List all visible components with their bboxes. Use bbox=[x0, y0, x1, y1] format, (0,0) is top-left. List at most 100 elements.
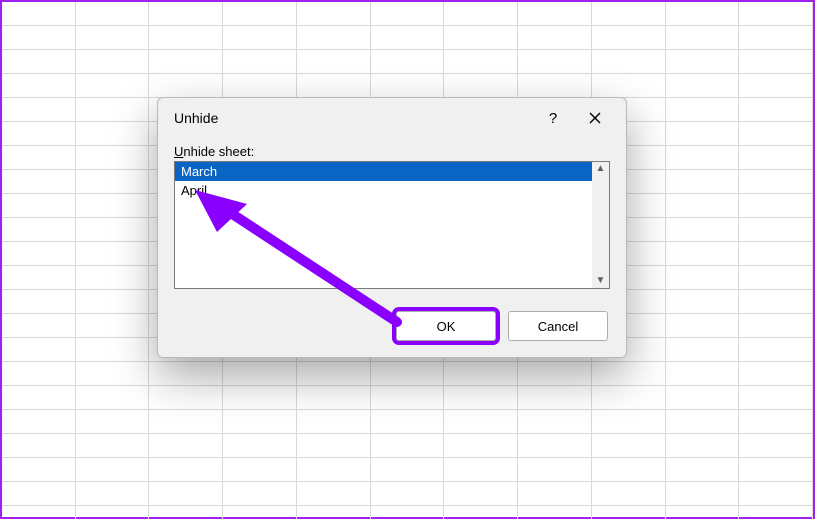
cell[interactable] bbox=[2, 74, 76, 98]
cell[interactable] bbox=[666, 338, 740, 362]
cell[interactable] bbox=[76, 218, 150, 242]
cell[interactable] bbox=[666, 194, 740, 218]
cell[interactable] bbox=[666, 242, 740, 266]
cell[interactable] bbox=[149, 434, 223, 458]
cell[interactable] bbox=[223, 74, 297, 98]
cell[interactable] bbox=[666, 506, 740, 519]
cell[interactable] bbox=[739, 386, 813, 410]
cell[interactable] bbox=[223, 434, 297, 458]
cell[interactable] bbox=[149, 362, 223, 386]
scrollbar[interactable]: ▲ ▼ bbox=[592, 162, 609, 288]
cell[interactable] bbox=[518, 2, 592, 26]
cell[interactable] bbox=[371, 434, 445, 458]
cell[interactable] bbox=[739, 2, 813, 26]
cell[interactable] bbox=[518, 50, 592, 74]
cell[interactable] bbox=[739, 482, 813, 506]
cell[interactable] bbox=[666, 314, 740, 338]
cell[interactable] bbox=[76, 386, 150, 410]
cell[interactable] bbox=[666, 218, 740, 242]
cell[interactable] bbox=[371, 458, 445, 482]
cell[interactable] bbox=[76, 434, 150, 458]
list-item[interactable]: April bbox=[175, 181, 592, 200]
cell[interactable] bbox=[739, 146, 813, 170]
cancel-button[interactable]: Cancel bbox=[508, 311, 608, 341]
cell[interactable] bbox=[739, 314, 813, 338]
cell[interactable] bbox=[739, 194, 813, 218]
cell[interactable] bbox=[739, 338, 813, 362]
cell[interactable] bbox=[149, 458, 223, 482]
cell[interactable] bbox=[223, 482, 297, 506]
cell[interactable] bbox=[739, 26, 813, 50]
cell[interactable] bbox=[666, 458, 740, 482]
cell[interactable] bbox=[297, 506, 371, 519]
cell[interactable] bbox=[666, 146, 740, 170]
cell[interactable] bbox=[739, 506, 813, 519]
cell[interactable] bbox=[149, 74, 223, 98]
cell[interactable] bbox=[371, 50, 445, 74]
cell[interactable] bbox=[666, 170, 740, 194]
cell[interactable] bbox=[444, 26, 518, 50]
cell[interactable] bbox=[149, 50, 223, 74]
cell[interactable] bbox=[297, 74, 371, 98]
cell[interactable] bbox=[666, 98, 740, 122]
cell[interactable] bbox=[297, 362, 371, 386]
cell[interactable] bbox=[666, 122, 740, 146]
cell[interactable] bbox=[76, 146, 150, 170]
cell[interactable] bbox=[666, 26, 740, 50]
cell[interactable] bbox=[666, 50, 740, 74]
cell[interactable] bbox=[592, 26, 666, 50]
cell[interactable] bbox=[76, 290, 150, 314]
cell[interactable] bbox=[518, 458, 592, 482]
cell[interactable] bbox=[76, 50, 150, 74]
cell[interactable] bbox=[2, 410, 76, 434]
cell[interactable] bbox=[2, 458, 76, 482]
cell[interactable] bbox=[592, 2, 666, 26]
cell[interactable] bbox=[2, 98, 76, 122]
cell[interactable] bbox=[76, 506, 150, 519]
cell[interactable] bbox=[739, 242, 813, 266]
cell[interactable] bbox=[297, 434, 371, 458]
cell[interactable] bbox=[371, 386, 445, 410]
cell[interactable] bbox=[223, 458, 297, 482]
cell[interactable] bbox=[2, 194, 76, 218]
cell[interactable] bbox=[2, 50, 76, 74]
cell[interactable] bbox=[592, 434, 666, 458]
cell[interactable] bbox=[2, 434, 76, 458]
cell[interactable] bbox=[666, 362, 740, 386]
cell[interactable] bbox=[76, 170, 150, 194]
cell[interactable] bbox=[297, 458, 371, 482]
cell[interactable] bbox=[739, 122, 813, 146]
cell[interactable] bbox=[297, 50, 371, 74]
cell[interactable] bbox=[444, 434, 518, 458]
cell[interactable] bbox=[444, 50, 518, 74]
cell[interactable] bbox=[592, 50, 666, 74]
cell[interactable] bbox=[297, 386, 371, 410]
cell[interactable] bbox=[666, 290, 740, 314]
cell[interactable] bbox=[2, 482, 76, 506]
help-button[interactable]: ? bbox=[532, 103, 574, 133]
cell[interactable] bbox=[76, 74, 150, 98]
cell[interactable] bbox=[444, 362, 518, 386]
cell[interactable] bbox=[149, 2, 223, 26]
cell[interactable] bbox=[2, 338, 76, 362]
cell[interactable] bbox=[444, 506, 518, 519]
cell[interactable] bbox=[2, 26, 76, 50]
cell[interactable] bbox=[739, 434, 813, 458]
cell[interactable] bbox=[739, 50, 813, 74]
cell[interactable] bbox=[739, 362, 813, 386]
cell[interactable] bbox=[518, 482, 592, 506]
cell[interactable] bbox=[2, 266, 76, 290]
cell[interactable] bbox=[666, 410, 740, 434]
cell[interactable] bbox=[76, 122, 150, 146]
cell[interactable] bbox=[76, 266, 150, 290]
cell[interactable] bbox=[666, 266, 740, 290]
cell[interactable] bbox=[297, 410, 371, 434]
cell[interactable] bbox=[2, 386, 76, 410]
cell[interactable] bbox=[666, 386, 740, 410]
cell[interactable] bbox=[444, 74, 518, 98]
cell[interactable] bbox=[223, 362, 297, 386]
cell[interactable] bbox=[371, 74, 445, 98]
sheet-listbox[interactable]: March April ▲ ▼ bbox=[174, 161, 610, 289]
cell[interactable] bbox=[76, 314, 150, 338]
cell[interactable] bbox=[297, 26, 371, 50]
